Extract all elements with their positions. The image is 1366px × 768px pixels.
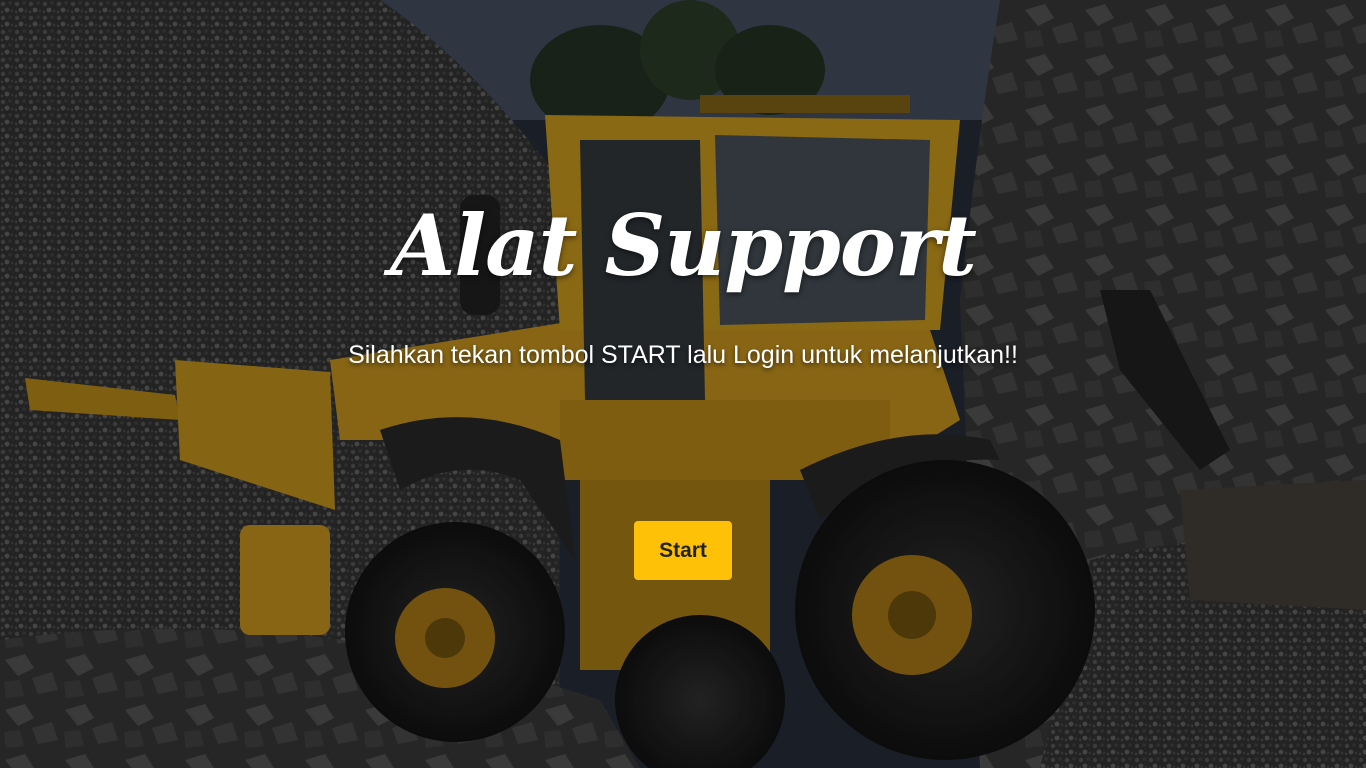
hero-content: Alat Support Silahkan tekan tombol START… bbox=[0, 0, 1366, 768]
page-title: Alat Support bbox=[390, 196, 977, 295]
start-button[interactable]: Start bbox=[634, 521, 732, 580]
hero-section: Alat Support Silahkan tekan tombol START… bbox=[0, 0, 1366, 768]
page-subtitle: Silahkan tekan tombol START lalu Login u… bbox=[348, 341, 1018, 369]
